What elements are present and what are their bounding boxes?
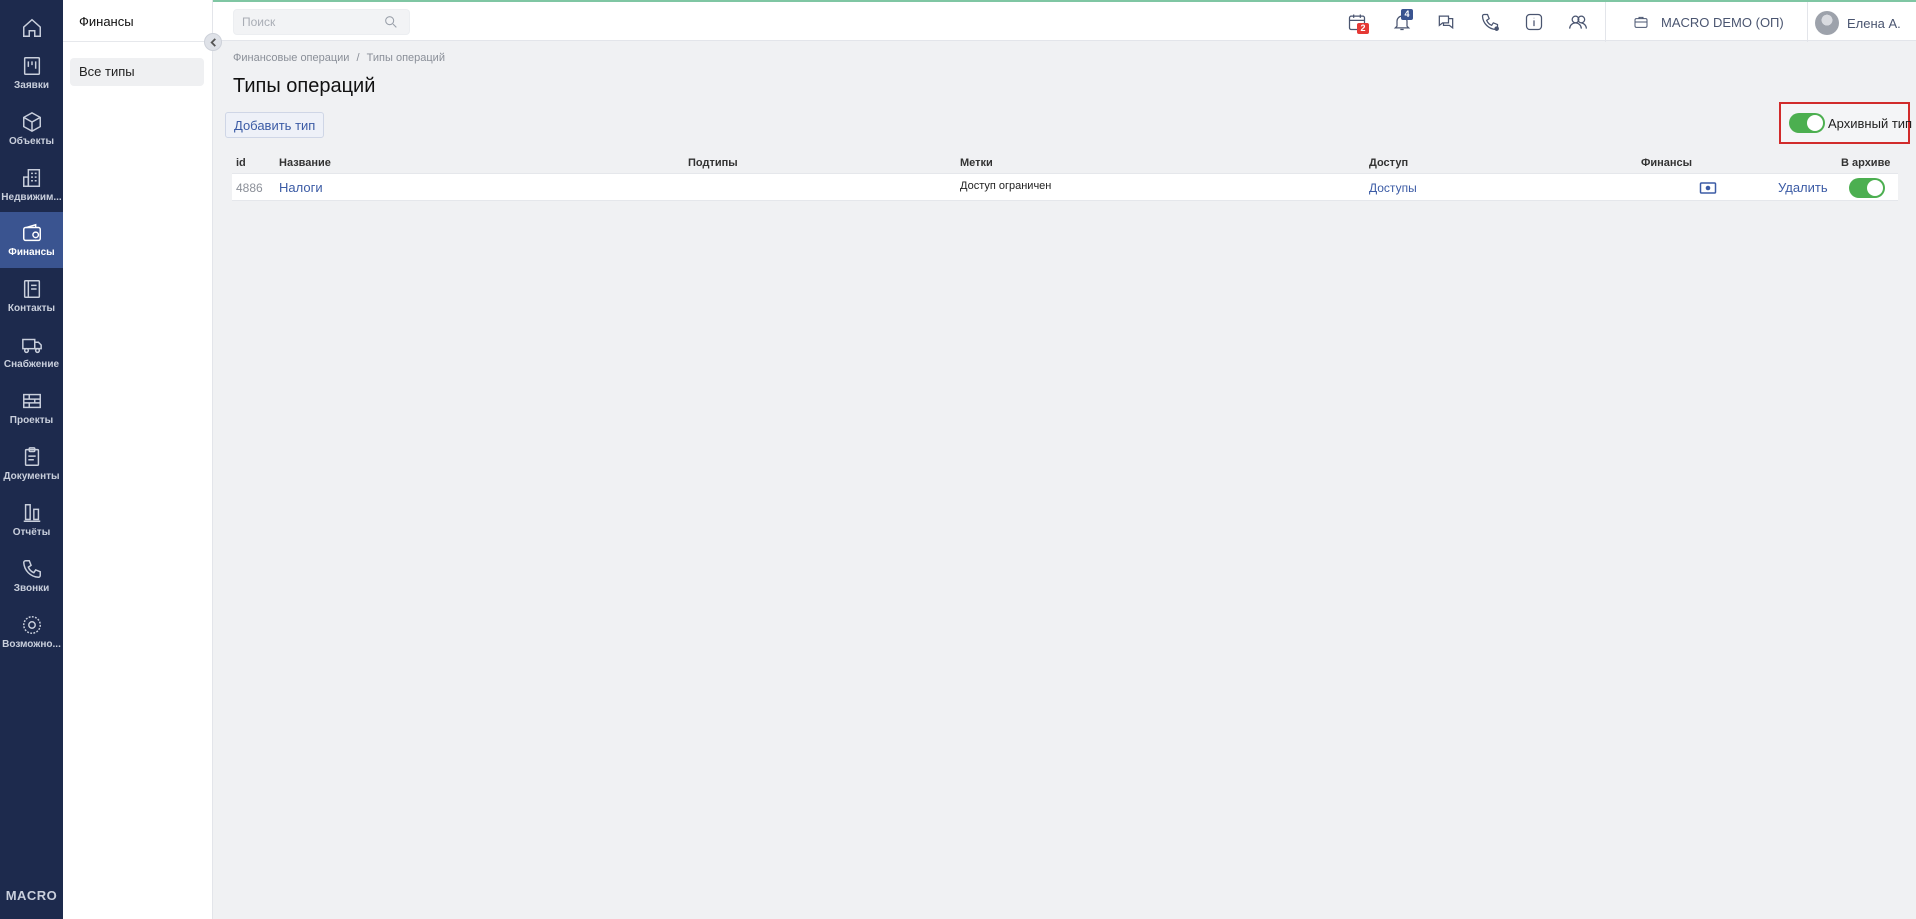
breadcrumb-current: Типы операций bbox=[366, 52, 445, 64]
row-tags: Доступ ограничен bbox=[960, 180, 1052, 192]
column-header-id: id bbox=[236, 157, 246, 169]
page-title: Типы операций bbox=[233, 75, 376, 97]
nav-label-reports: Отчёты bbox=[12, 527, 51, 538]
notifications-badge: 4 bbox=[1401, 9, 1413, 20]
company-selector[interactable]: MACRO DEMO (ОП) bbox=[1661, 15, 1784, 30]
column-header-name: Название bbox=[279, 157, 331, 169]
chevron-left-icon bbox=[209, 37, 216, 47]
subnav-item-all-types[interactable]: Все типы bbox=[70, 58, 204, 86]
nav-item-finance[interactable]: Финансы bbox=[0, 212, 63, 268]
add-type-button[interactable]: Добавить тип bbox=[225, 112, 325, 138]
subnav-title: Финансы bbox=[79, 14, 134, 29]
clipboard-icon bbox=[24, 447, 39, 466]
nav-item-calls[interactable]: Звонки bbox=[0, 548, 63, 604]
row-delete-link[interactable]: Удалить bbox=[1778, 174, 1828, 202]
nav-label-features: Возможно... bbox=[2, 639, 61, 650]
row-name-link[interactable]: Налоги bbox=[279, 174, 323, 202]
nav-item-realty[interactable]: Недвижим... bbox=[0, 157, 63, 213]
finance-subnav: Финансы Все типы bbox=[63, 0, 213, 919]
users-icon bbox=[1569, 15, 1587, 29]
archive-filter: Архивный тип bbox=[1779, 102, 1913, 144]
nav-label-documents: Документы bbox=[3, 471, 60, 482]
phone-icon bbox=[1481, 13, 1499, 31]
requests-icon bbox=[23, 57, 40, 75]
toggle-knob bbox=[1807, 115, 1823, 131]
table-row: 4886 Налоги Доступ ограничен Доступы Уда… bbox=[232, 173, 1898, 201]
cube-icon bbox=[22, 111, 41, 133]
toggle-knob bbox=[1867, 180, 1883, 196]
row-access-link[interactable]: Доступы bbox=[1369, 174, 1417, 202]
nav-item-features[interactable]: Возможно... bbox=[0, 604, 63, 660]
nav-item-objects[interactable]: Объекты bbox=[0, 101, 63, 157]
nav-item-contacts[interactable]: Контакты bbox=[0, 268, 63, 324]
user-avatar[interactable] bbox=[1815, 11, 1839, 35]
nav-label-objects: Объекты bbox=[8, 136, 55, 147]
nav-label-contacts: Контакты bbox=[7, 303, 56, 314]
money-icon[interactable] bbox=[1699, 180, 1717, 196]
main-nav-rail: Заявки Объекты Недвижим... Финансы Конта… bbox=[0, 0, 63, 919]
gear-icon bbox=[22, 616, 41, 634]
collapse-sidebar-button[interactable] bbox=[204, 33, 222, 51]
calls-button[interactable] bbox=[1480, 12, 1500, 32]
chat-button[interactable] bbox=[1436, 12, 1456, 32]
subnav-divider bbox=[63, 41, 213, 42]
column-header-access: Доступ bbox=[1369, 157, 1409, 169]
row-archived-toggle[interactable] bbox=[1849, 178, 1885, 198]
nav-item-reports[interactable]: Отчёты bbox=[0, 492, 63, 548]
brand-logo: MACRO bbox=[5, 888, 58, 903]
info-button[interactable] bbox=[1524, 12, 1544, 32]
topbar-divider bbox=[1605, 2, 1606, 42]
notifications-button[interactable]: 4 bbox=[1392, 9, 1413, 32]
row-id: 4886 bbox=[236, 181, 263, 195]
nav-item-supply[interactable]: Снабжение bbox=[0, 324, 63, 380]
nav-label-realty: Недвижим... bbox=[1, 192, 62, 203]
calendar-button[interactable]: 2 bbox=[1347, 12, 1369, 34]
nav-label-finance: Финансы bbox=[8, 247, 55, 258]
column-header-archived: В архиве bbox=[1841, 157, 1891, 169]
breadcrumb: Финансовые операции / Типы операций bbox=[233, 52, 445, 64]
nav-label-requests: Заявки bbox=[14, 80, 49, 91]
chat-icon bbox=[1438, 15, 1454, 30]
breadcrumb-separator: / bbox=[356, 52, 360, 64]
nav-item-requests[interactable]: Заявки bbox=[0, 45, 63, 101]
phone-icon bbox=[22, 560, 41, 578]
building-icon bbox=[22, 169, 40, 187]
top-bar: 2 4 MACRO DEMO (ОП) Елена А. bbox=[213, 0, 1916, 42]
contacts-icon bbox=[23, 280, 40, 298]
topbar-divider bbox=[1807, 2, 1808, 42]
briefcase-icon bbox=[1633, 14, 1649, 30]
projects-icon bbox=[22, 393, 41, 409]
truck-icon bbox=[21, 338, 42, 354]
column-header-tags: Метки bbox=[960, 157, 993, 169]
nav-label-calls: Звонки bbox=[13, 583, 50, 594]
search-icon[interactable] bbox=[383, 14, 399, 30]
archive-type-label: Архивный тип bbox=[1828, 116, 1913, 131]
calendar-badge: 2 bbox=[1357, 23, 1369, 34]
column-header-finance: Финансы bbox=[1641, 157, 1693, 169]
nav-label-projects: Проекты bbox=[9, 415, 54, 426]
nav-item-projects[interactable]: Проекты bbox=[0, 380, 63, 436]
breadcrumb-parent-link[interactable]: Финансовые операции bbox=[233, 52, 349, 64]
nav-label-supply: Снабжение bbox=[3, 359, 60, 370]
wallet-icon bbox=[22, 223, 41, 242]
archive-type-toggle[interactable] bbox=[1789, 113, 1825, 133]
reports-icon bbox=[23, 504, 40, 522]
nav-item-documents[interactable]: Документы bbox=[0, 436, 63, 492]
info-icon bbox=[1525, 13, 1543, 31]
column-header-subtypes: Подтипы bbox=[688, 157, 738, 169]
users-button[interactable] bbox=[1568, 12, 1588, 32]
home-icon bbox=[22, 18, 41, 37]
user-name[interactable]: Елена А. bbox=[1847, 16, 1901, 31]
